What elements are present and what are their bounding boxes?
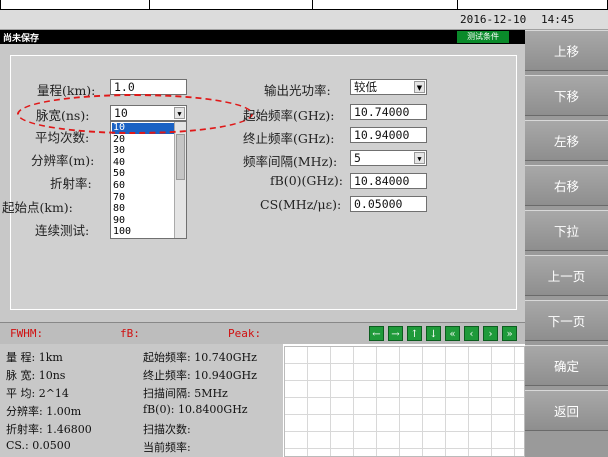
scrollbar-thumb[interactable] [176, 134, 185, 180]
dropdown-option[interactable]: 80 [112, 204, 177, 215]
first-icon[interactable]: « [445, 326, 460, 341]
fb0-label: fB(0)(GHz): [270, 173, 343, 188]
status-bar: 尚未保存 测试条件 [0, 30, 525, 44]
prev-icon[interactable]: ‹ [464, 326, 479, 341]
last-icon[interactable]: » [502, 326, 517, 341]
start-frequency-input[interactable]: 10.74000 [350, 104, 427, 120]
move-up-button[interactable]: 上移 [525, 30, 608, 71]
fb0-input[interactable]: 10.84000 [350, 173, 427, 189]
dropdown-option[interactable]: 60 [112, 180, 177, 192]
sidebar: 上移 下移 左移 右移 下拉 上一页 下一页 确定 返回 [525, 30, 608, 457]
dropdown-option[interactable]: 50 [112, 169, 177, 180]
next-icon[interactable]: › [483, 326, 498, 341]
next-page-button[interactable]: 下一页 [525, 300, 608, 341]
info-end-frequency: 终止频率: 10.940GHz [143, 369, 257, 382]
time-text: 14:45 [541, 13, 575, 26]
info-pulse-width: 脉 宽: 10ns [6, 369, 66, 382]
output-power-label: 输出光功率: [264, 83, 331, 98]
info-current-frequency: 当前频率: [143, 441, 191, 454]
move-right-button[interactable]: 右移 [525, 165, 608, 206]
arrow-left-icon[interactable]: ← [369, 326, 384, 341]
back-button[interactable]: 返回 [525, 390, 608, 431]
output-power-select[interactable]: 较低 ▼ [350, 79, 427, 95]
dropdown-option[interactable]: 100 [112, 227, 177, 238]
dropdown-option[interactable]: 40 [112, 157, 177, 169]
info-refraction: 折射率: 1.46800 [6, 423, 92, 436]
frequency-step-select[interactable]: 5 ▼ [350, 150, 427, 166]
arrow-up-icon[interactable]: ↑ [407, 326, 422, 341]
info-scan-step: 扫描间隔: 5MHz [143, 387, 228, 400]
datetime-bar: 2016-12-10 14:45 [0, 10, 608, 30]
chevron-down-icon[interactable]: ▼ [414, 152, 425, 164]
top-border [0, 0, 608, 10]
info-cs: CS.: 0.0500 [6, 439, 71, 452]
peak-bar: FWHM: fB: Peak: ← → ↑ ↓ « ‹ › » [0, 322, 525, 344]
unsaved-status: 尚未保存 [3, 34, 40, 44]
move-down-button[interactable]: 下移 [525, 75, 608, 116]
move-left-button[interactable]: 左移 [525, 120, 608, 161]
start-frequency-label: 起始频率(GHz): [243, 108, 335, 123]
test-condition-badge: 测试条件 [457, 31, 509, 43]
continuous-test-label: 连续测试: [35, 223, 90, 238]
spectrum-plot-area [284, 346, 525, 457]
start-point-label: 起始点(km): [2, 200, 73, 215]
end-frequency-label: 终止频率(GHz): [243, 131, 335, 146]
pulldown-button[interactable]: 下拉 [525, 210, 608, 251]
fb-label: fB: [120, 327, 140, 340]
cs-label: CS(MHz/με): [260, 197, 342, 212]
info-fb0: fB(0): 10.8400GHz [143, 403, 248, 416]
dropdown-option[interactable]: 90 [112, 215, 177, 227]
info-scan-count: 扫描次数: [143, 423, 191, 436]
info-range: 量 程: 1km [6, 351, 63, 364]
end-frequency-input[interactable]: 10.94000 [350, 127, 427, 143]
frequency-step-label: 频率间隔(MHz): [243, 154, 338, 169]
arrow-down-icon[interactable]: ↓ [426, 326, 441, 341]
output-power-value: 较低 [354, 80, 377, 94]
frequency-step-value: 5 [354, 151, 361, 165]
peak-label: Peak: [228, 327, 262, 340]
prev-page-button[interactable]: 上一页 [525, 255, 608, 296]
info-panel: 量 程: 1km 起始频率: 10.740GHz 脉 宽: 10ns 终止频率:… [0, 344, 283, 457]
arrow-right-icon[interactable]: → [388, 326, 403, 341]
highlight-ellipse [17, 94, 253, 134]
fwhm-label: FWHM: [10, 327, 44, 340]
cs-input[interactable]: 0.05000 [350, 196, 427, 212]
chevron-down-icon[interactable]: ▼ [414, 81, 425, 93]
info-resolution: 分辨率: 1.00m [6, 405, 82, 418]
range-input[interactable]: 1.0 [110, 79, 187, 95]
date-text: 2016-12-10 [460, 13, 527, 26]
confirm-button[interactable]: 确定 [525, 345, 608, 386]
info-average: 平 均: 2^14 [6, 387, 69, 400]
dropdown-scrollbar[interactable] [174, 122, 186, 238]
resolution-label: 分辨率(m): [31, 153, 95, 168]
dropdown-option[interactable]: 70 [112, 192, 177, 204]
dropdown-option[interactable]: 30 [112, 146, 177, 157]
refraction-label: 折射率: [50, 176, 92, 191]
dropdown-option[interactable]: 20 [112, 134, 177, 146]
info-start-frequency: 起始频率: 10.740GHz [143, 351, 257, 364]
